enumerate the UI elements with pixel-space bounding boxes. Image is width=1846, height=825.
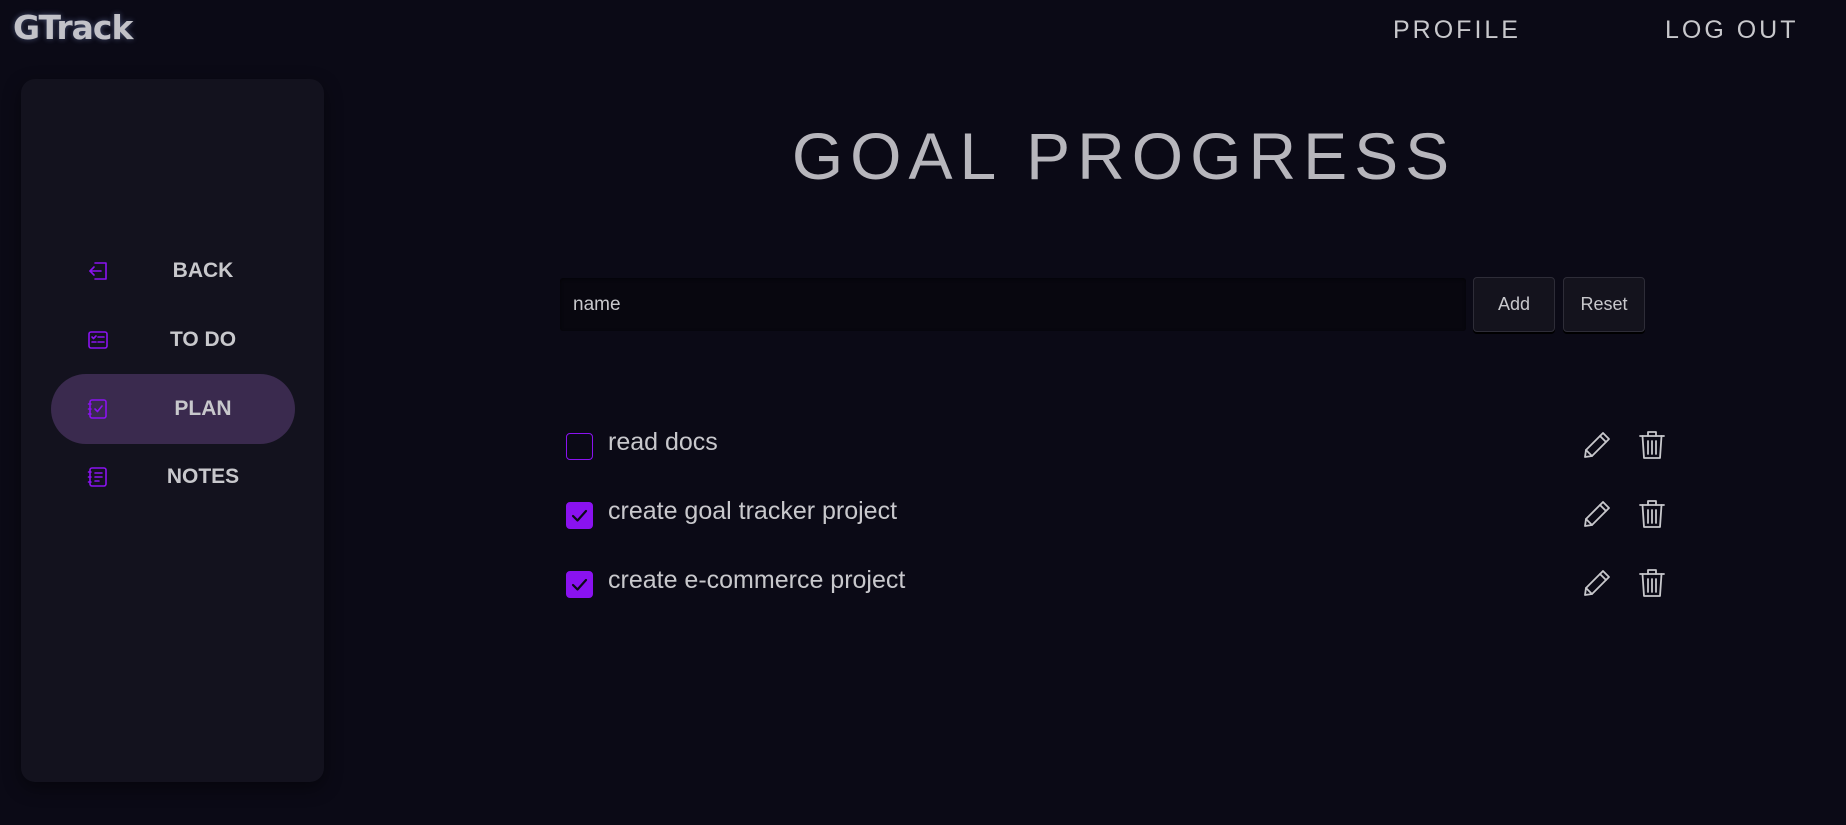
app-logo: GTrack <box>13 8 133 47</box>
add-button[interactable]: Add <box>1473 277 1555 332</box>
goal-item: read docs <box>566 425 1666 465</box>
sidebar-item-label: PLAN <box>174 397 232 420</box>
list-card-icon <box>88 331 108 349</box>
goal-checkbox[interactable] <box>566 433 593 460</box>
goal-checkbox[interactable] <box>566 571 593 598</box>
sidebar-item-label: TO DO <box>169 328 237 351</box>
sidebar-item-back[interactable]: BACK <box>51 236 295 306</box>
goal-text: create e-commerce project <box>608 566 906 594</box>
sidebar-item-todo[interactable]: TO DO <box>51 305 295 375</box>
checkmark-icon <box>571 578 588 591</box>
reset-button[interactable]: Reset <box>1563 277 1645 332</box>
sidebar-item-label: NOTES <box>166 465 240 488</box>
goal-item: create goal tracker project <box>566 494 1666 534</box>
trash-icon[interactable] <box>1638 498 1666 530</box>
goal-checkbox[interactable] <box>566 502 593 529</box>
back-arrow-icon <box>89 262 107 280</box>
trash-icon[interactable] <box>1638 429 1666 461</box>
goal-text: read docs <box>608 428 718 456</box>
sidebar: BACK TO DO PLAN NOTES <box>21 79 324 782</box>
trash-icon[interactable] <box>1638 567 1666 599</box>
notes-icon <box>87 467 107 487</box>
sidebar-item-label: BACK <box>172 259 234 282</box>
goal-text: create goal tracker project <box>608 497 898 525</box>
checkmark-icon <box>571 509 588 522</box>
page-title: GOAL PROGRESS <box>791 119 1457 193</box>
pencil-icon[interactable] <box>1581 567 1613 599</box>
goal-name-input[interactable] <box>560 278 1466 331</box>
pencil-icon[interactable] <box>1581 429 1613 461</box>
checklist-icon <box>87 399 107 419</box>
profile-link[interactable]: PROFILE <box>1393 16 1521 45</box>
logout-link[interactable]: LOG OUT <box>1665 16 1799 45</box>
sidebar-item-notes[interactable]: NOTES <box>51 442 295 512</box>
goal-item: create e-commerce project <box>566 563 1666 603</box>
pencil-icon[interactable] <box>1581 498 1613 530</box>
sidebar-item-plan[interactable]: PLAN <box>51 374 295 444</box>
